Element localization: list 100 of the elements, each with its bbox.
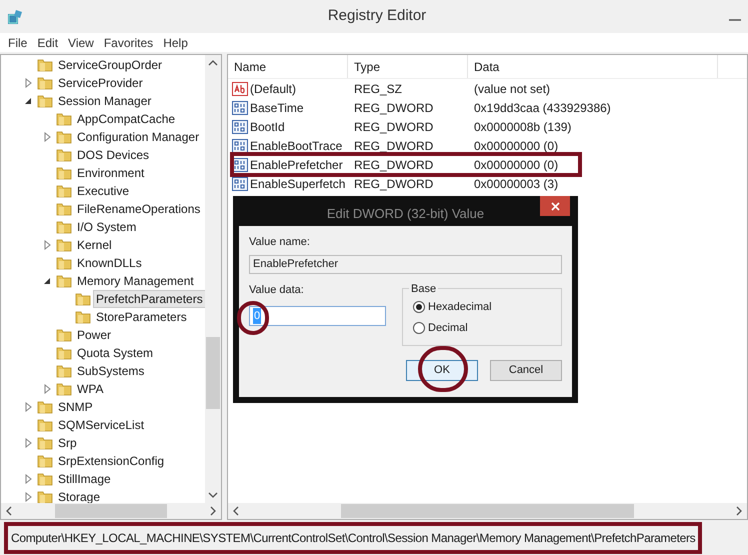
folder-icon [56, 112, 72, 126]
menu-item[interactable]: View [68, 34, 94, 52]
folder-icon [56, 220, 72, 234]
menu-item[interactable]: Edit [37, 34, 58, 52]
horizontal-scrollbar[interactable] [1, 503, 221, 519]
tree-item[interactable]: WPA [74, 380, 106, 398]
table-cell-text: REG_DWORD [353, 138, 434, 154]
tree-item[interactable]: DOS Devices [74, 146, 152, 164]
field-label: Value data: [249, 282, 305, 298]
table-cell-text: BaseTime [250, 100, 304, 116]
tree-item[interactable]: Quota System [74, 344, 156, 362]
dialog-title: Edit DWORD (32-bit) Value [326, 205, 484, 224]
tree-item[interactable]: SubSystems [74, 362, 148, 380]
folder-icon [37, 58, 53, 72]
dialog-button[interactable]: Cancel [490, 360, 562, 380]
scrollbar-thumb[interactable] [341, 504, 634, 518]
folder-icon [56, 184, 72, 198]
vertical-scrollbar[interactable] [205, 55, 221, 503]
tree-item[interactable]: SNMP [55, 398, 96, 416]
folder-icon [37, 454, 53, 468]
folder-icon [37, 436, 53, 450]
tree-item[interactable]: Environment [74, 164, 148, 182]
table-cell-text: BootId [250, 118, 285, 136]
folder-icon [56, 328, 72, 342]
tree-item[interactable]: I/O System [74, 218, 140, 236]
table-cell-text: EnableSuperfetch [250, 176, 346, 192]
tree-item[interactable]: Memory Management [74, 272, 197, 290]
horizontal-scrollbar[interactable] [228, 503, 747, 519]
menu-item[interactable]: File [8, 34, 28, 52]
folder-icon [56, 256, 72, 270]
tree-item[interactable]: SQMServiceList [55, 416, 148, 434]
tree-item[interactable]: StillImage [55, 470, 114, 488]
tree-item[interactable]: AppCompatCache [74, 110, 178, 128]
folder-icon [37, 400, 53, 414]
tree-item[interactable]: Configuration Manager [74, 128, 202, 146]
window-title: Registry Editor [326, 6, 428, 26]
folder-icon [37, 76, 53, 90]
folder-icon [56, 382, 72, 396]
table-cell-text: EnableBootTrace [250, 138, 342, 154]
table-cell-text: REG_DWORD [353, 118, 434, 136]
binary-value-icon [232, 138, 248, 152]
status-path: Computer\HKEY_LOCAL_MACHINE\SYSTEM\CurrentControlSet\Control\Session Manager\Memory Management\PrefetchParameters [4, 522, 702, 554]
tree-item[interactable]: Kernel [74, 236, 115, 254]
folder-icon [56, 166, 72, 180]
binary-value-icon [232, 120, 248, 134]
folder-icon [56, 274, 72, 288]
table-cell-text: REG_SZ [353, 80, 404, 98]
scrollbar-thumb[interactable] [206, 337, 220, 410]
binary-value-icon [232, 100, 248, 114]
folder-icon [56, 202, 72, 216]
table-cell-text: REG_DWORD [353, 176, 434, 192]
tree-item[interactable]: Executive [74, 182, 132, 200]
folder-icon [56, 238, 72, 252]
tree-item[interactable]: PrefetchParameters [93, 290, 205, 308]
radio-button[interactable] [413, 322, 425, 334]
folder-icon [75, 310, 91, 324]
string-value-icon [232, 82, 248, 96]
folder-icon [37, 472, 53, 486]
folder-icon [37, 94, 53, 108]
table-cell-text: REG_DWORD [353, 100, 434, 116]
menu-item[interactable]: Help [163, 34, 188, 52]
radio-button[interactable] [413, 300, 425, 313]
folder-icon [56, 364, 72, 378]
table-cell-text: 0x0000008b (139) [473, 118, 572, 136]
folder-icon [37, 490, 53, 503]
table-cell-text: 0x00000000 (0) [473, 156, 560, 174]
folder-icon [37, 418, 53, 432]
close-icon [550, 202, 560, 210]
folder-icon [56, 346, 72, 360]
table-cell-text: EnablePrefetcher [250, 156, 343, 174]
dialog-button[interactable]: OK [406, 360, 478, 380]
column-header[interactable]: Name [228, 55, 348, 78]
tree-item[interactable]: ServiceProvider [55, 74, 146, 92]
tree-item[interactable]: ServiceGroupOrder [55, 56, 166, 74]
tree-item[interactable]: Srp [55, 434, 80, 452]
tree-item[interactable]: FileRenameOperations [74, 200, 204, 218]
tree-item[interactable]: Power [74, 326, 114, 344]
column-header[interactable]: Data [468, 55, 718, 78]
table-cell-text: (value not set) [473, 80, 552, 98]
table-cell-text: 0x00000000 (0) [473, 138, 560, 154]
folder-icon [56, 130, 72, 144]
table-cell-text: REG_DWORD [353, 156, 434, 174]
scrollbar-thumb[interactable] [54, 504, 168, 518]
column-header[interactable]: Type [348, 55, 468, 78]
tree-item[interactable]: StoreParameters [93, 308, 190, 326]
tree-item[interactable]: Session Manager [55, 92, 154, 110]
table-cell-text: 0x00000003 (3) [473, 176, 560, 192]
folder-icon [56, 148, 72, 162]
folder-icon [75, 292, 91, 306]
binary-value-icon [232, 176, 248, 190]
radio-label: Hexadecimal [428, 300, 492, 314]
tree-item[interactable]: KnownDLLs [74, 254, 145, 272]
field-label: Value name: [249, 235, 311, 250]
value-name-field[interactable]: EnablePrefetcher [249, 254, 562, 274]
radio-label: Decimal [428, 321, 468, 336]
tree-item[interactable]: SrpExtensionConfig [55, 452, 168, 470]
table-cell-text: 0x19dd3caa (433929386) [473, 100, 612, 116]
close-button[interactable] [540, 196, 570, 216]
table-cell-text: (Default) [250, 80, 296, 98]
menu-item[interactable]: Favorites [104, 34, 154, 52]
